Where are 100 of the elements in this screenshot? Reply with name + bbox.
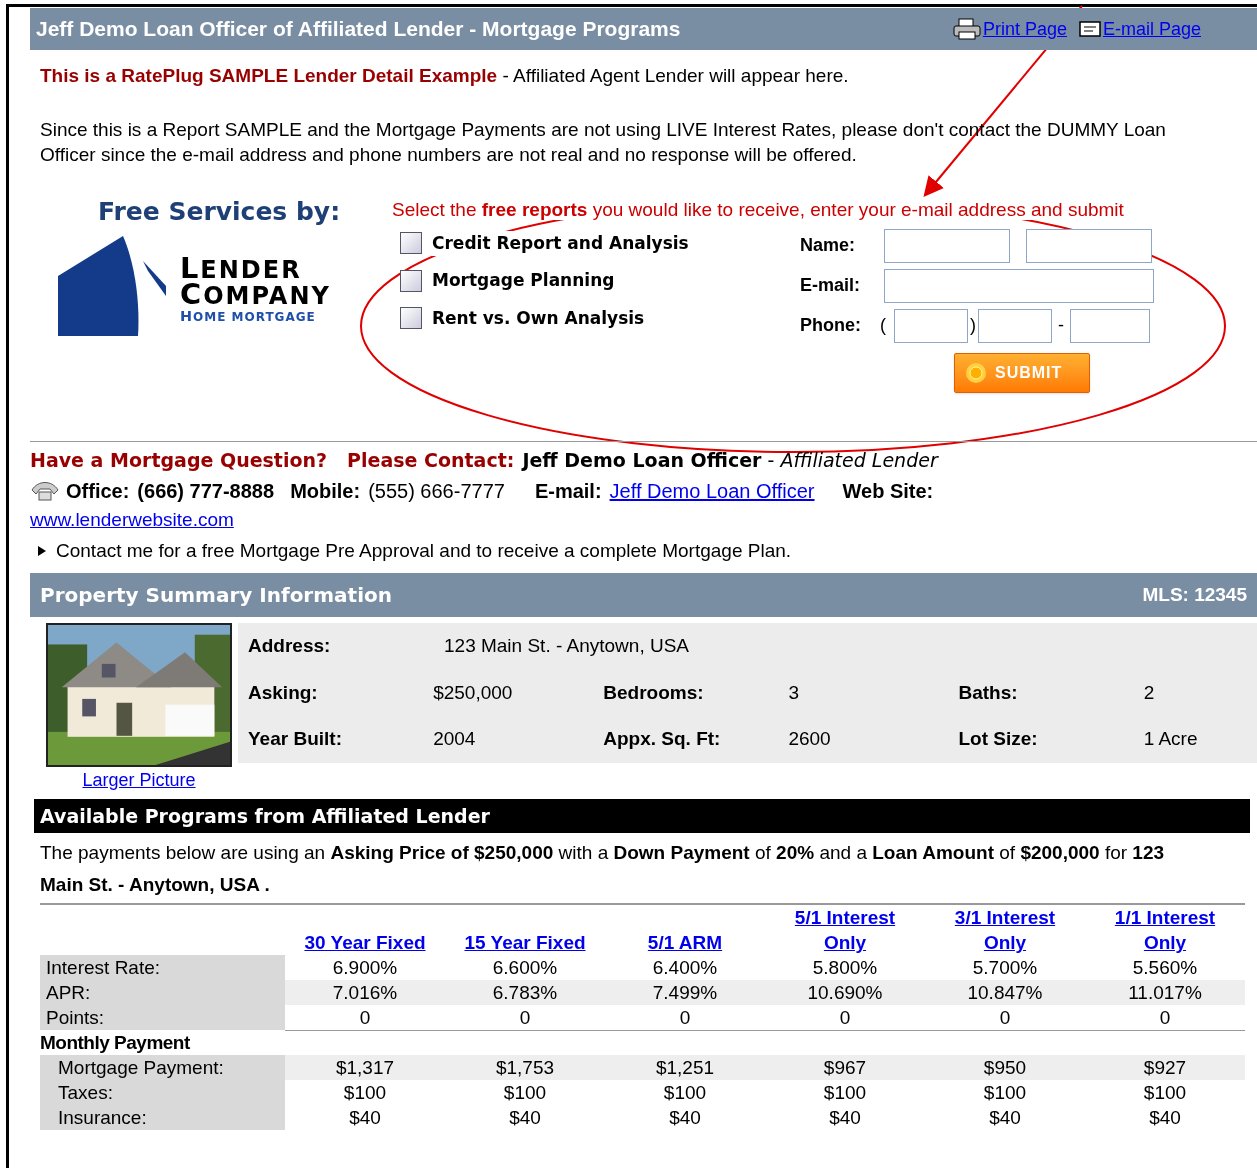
programs-intro: The payments below are using an Asking Price of $250,000 with a Down Payment of 20% and a Loan Amount of $200,000 for 123 Main St. - Anytown, USA . <box>40 841 1166 897</box>
property-value: $250,000 <box>433 680 514 705</box>
table-cell-text: $100 <box>1142 1081 1188 1105</box>
phone-punctuation: ( <box>880 314 886 337</box>
table-cell-text: $100 <box>982 1081 1028 1105</box>
row-label: Taxes: <box>40 1080 285 1105</box>
table-cell-text: $950 <box>982 1056 1028 1080</box>
office-label: Office: <box>66 479 130 504</box>
page-title: Jeff Demo Loan Officer of Affiliated Lender - Mortgage Programs <box>36 16 681 43</box>
property-label: Lot Size: <box>958 727 1039 752</box>
section-title: Available Programs from Affiliated Lender <box>40 803 490 829</box>
table-cell-text: $100 <box>662 1081 708 1105</box>
table-cell-text: 6.400% <box>651 956 719 980</box>
email-label: E-mail: <box>534 479 602 504</box>
table-cell-text: 10.690% <box>806 981 884 1005</box>
table-cell-text: $1,753 <box>494 1056 556 1080</box>
report-label: Credit Report and Analysis <box>432 230 689 256</box>
program-link[interactable]: 5/1 Interest Only <box>775 905 915 955</box>
property-label: Address: <box>248 634 332 659</box>
contact-prompt: Contact me for a free Mortgage Pre Approval and to receive a complete Mortgage Plan. <box>56 538 792 563</box>
field-label: Name: <box>800 234 857 257</box>
section-title: Property Summary Information <box>40 582 392 609</box>
last-name-field[interactable] <box>1026 228 1152 263</box>
row-label: Points: <box>40 1005 285 1030</box>
field-label: E-mail: <box>800 274 861 297</box>
field-label: Phone: <box>800 314 862 337</box>
website-label: Web Site: <box>842 479 934 504</box>
mobile-phone: (555) 666-7777 <box>368 479 505 504</box>
table-cell-text: 11.017% <box>1127 981 1203 1005</box>
phone-punctuation: ) <box>970 314 976 337</box>
table-cell-text: 5.700% <box>971 956 1039 980</box>
table-cell-text: 10.847% <box>966 981 1044 1005</box>
row-label: Interest Rate: <box>40 955 285 980</box>
table-cell-text: $40 <box>1148 1106 1182 1130</box>
button-icon <box>965 361 987 384</box>
table-cell-text: 6.900% <box>331 956 399 980</box>
office-phone: (666) 777-8888 <box>137 479 275 504</box>
table-cell-text: 0 <box>998 1006 1012 1030</box>
row-label: Insurance: <box>40 1105 285 1130</box>
table-cell-text: 0 <box>358 1006 372 1030</box>
phone-punctuation: - <box>1058 314 1064 337</box>
logo-text: HOME MORTGAGE <box>180 308 317 325</box>
table-cell-text: 6.600% <box>491 956 559 980</box>
table-cell-text: $40 <box>828 1106 862 1130</box>
services-heading: Free Services by: <box>98 195 342 228</box>
report-checkbox[interactable] <box>400 307 422 330</box>
table-cell-text: 5.560% <box>1131 956 1199 980</box>
table-cell-text: $40 <box>668 1106 702 1130</box>
logo-text: COMPANY <box>180 282 331 308</box>
bullet-icon <box>38 545 46 556</box>
program-link[interactable]: 15 Year Fixed <box>464 930 586 955</box>
program-link[interactable]: 5/1 ARM <box>647 930 723 955</box>
property-value: 1 Acre <box>1143 727 1199 752</box>
row-label: Mortgage Payment: <box>40 1055 285 1080</box>
website-link[interactable]: www.lenderwebsite.com <box>30 506 234 535</box>
mobile-label: Mobile: <box>290 479 361 504</box>
table-cell-text: 0 <box>1158 1006 1172 1030</box>
table-cell-text: 6.783% <box>491 981 559 1005</box>
table-cell-text: $1,251 <box>654 1056 716 1080</box>
table-cell-text: 0 <box>678 1006 692 1030</box>
table-cell-text: 0 <box>838 1006 852 1030</box>
property-value: 2004 <box>433 727 477 752</box>
program-link[interactable]: 1/1 Interest Only <box>1095 905 1235 955</box>
program-link[interactable]: 30 Year Fixed <box>304 930 426 955</box>
area-code-field[interactable] <box>894 308 968 343</box>
envelope-icon <box>1078 20 1101 38</box>
table-cell-text: $40 <box>348 1106 382 1130</box>
table-cell-text: $100 <box>342 1081 388 1105</box>
table-cell-text: 5.800% <box>811 956 879 980</box>
table-cell-text: 7.499% <box>651 981 719 1005</box>
printer-icon <box>952 18 981 40</box>
property-value: 2600 <box>788 727 832 752</box>
table-cell-text: 7.016% <box>331 981 399 1005</box>
logo-text: LENDER <box>180 256 302 282</box>
report-checkbox[interactable] <box>400 232 422 255</box>
property-label: Asking: <box>248 680 319 705</box>
mls-number: MLS: 12345 <box>1142 582 1247 607</box>
property-label: Bedrooms: <box>603 680 705 705</box>
email-field[interactable] <box>884 268 1154 303</box>
notice-text: This is a RatePlug SAMPLE Lender Detail Example - Affiliated Agent Lender will appear here. <box>40 64 850 88</box>
property-value: 3 <box>788 680 800 705</box>
email-link[interactable]: Jeff Demo Loan Officer <box>609 476 815 506</box>
table-cell-text: $1,317 <box>334 1056 396 1080</box>
phone-prefix-field[interactable] <box>978 308 1052 343</box>
property-value: 123 Main St. - Anytown, USA <box>444 634 689 659</box>
telephone-icon <box>30 480 60 502</box>
program-link[interactable]: 3/1 Interest Only <box>935 905 1075 955</box>
table-cell-text: 0 <box>518 1006 532 1030</box>
first-name-field[interactable] <box>884 228 1010 263</box>
row-label: APR: <box>40 980 285 1005</box>
property-label: Year Built: <box>248 727 343 752</box>
phone-line-field[interactable] <box>1070 308 1150 343</box>
table-cell-text: $40 <box>988 1106 1022 1130</box>
larger-picture-link[interactable]: Larger Picture <box>82 769 196 791</box>
table-cell-text: $40 <box>508 1106 542 1130</box>
report-checkbox[interactable] <box>400 269 422 292</box>
table-cell-text: $100 <box>822 1081 868 1105</box>
table-cell-text: $967 <box>822 1056 868 1080</box>
table-cell-text: $100 <box>502 1081 548 1105</box>
table-cell-text: $927 <box>1142 1056 1188 1080</box>
